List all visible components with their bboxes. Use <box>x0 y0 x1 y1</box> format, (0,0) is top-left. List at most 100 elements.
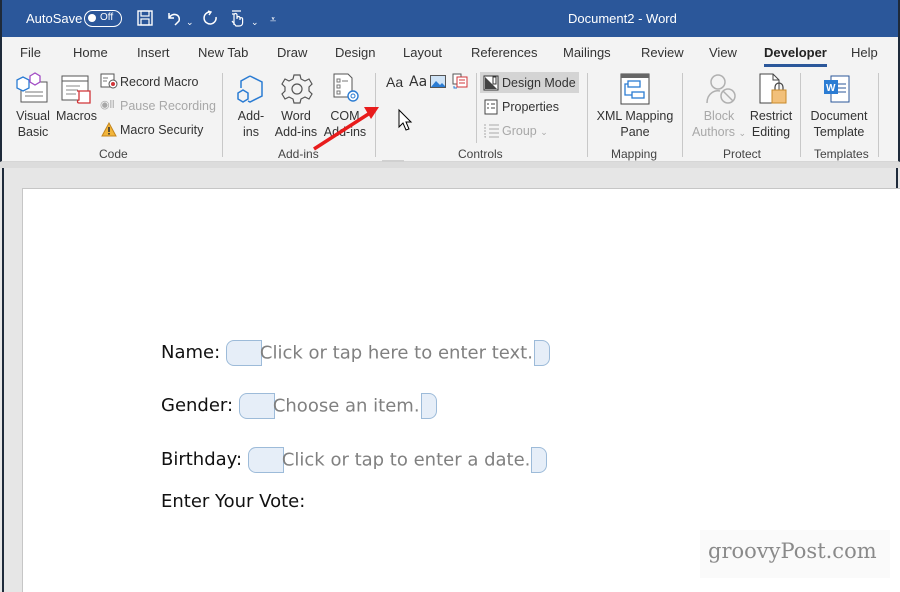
block-authors-button[interactable]: Block Authors ⌄ <box>690 108 748 141</box>
plain-text-content-control-button[interactable]: Aa <box>409 74 427 90</box>
addins-button[interactable]: Add-ins <box>232 108 270 140</box>
document-template-label-1: Document <box>810 109 868 123</box>
block-authors-icon <box>705 73 737 110</box>
tab-help[interactable]: Help <box>851 45 878 60</box>
controls-group-label: Controls <box>458 147 503 161</box>
word-addins-button[interactable]: Word Add-ins <box>273 108 319 140</box>
mapping-group-label: Mapping <box>611 147 658 161</box>
word-addins-gear-icon <box>281 73 313 110</box>
macros-icon <box>60 73 92 110</box>
redo-icon[interactable] <box>202 9 220 32</box>
document-title: Document2 - Word <box>568 11 677 26</box>
title-bar: AutoSave Off ⌄ ⌄ ⩡ Document2 - Word <box>0 0 900 37</box>
tab-draw[interactable]: Draw <box>277 45 307 60</box>
com-addins-label-2: Add-ins <box>323 125 367 139</box>
record-macro-button[interactable]: Record Macro <box>120 75 199 89</box>
building-block-gallery-icon[interactable] <box>452 73 468 95</box>
content-control-right-handle <box>533 340 550 366</box>
group-divider <box>587 73 588 157</box>
pause-recording-icon: ◉ll <box>100 99 115 111</box>
document-template-button[interactable]: Document Template <box>807 108 871 140</box>
group-icon <box>484 123 500 143</box>
restrict-editing-label-2: Editing <box>751 125 791 139</box>
ribbon-tabs: File Home Insert New Tab Draw Design Lay… <box>0 37 900 67</box>
xml-mapping-icon <box>620 73 650 110</box>
tab-home[interactable]: Home <box>73 45 108 60</box>
tab-layout[interactable]: Layout <box>403 45 442 60</box>
touch-dropdown-icon[interactable]: ⌄ <box>251 13 259 31</box>
macro-security-button[interactable]: Macro Security <box>120 123 203 137</box>
group-label: Group <box>502 124 537 138</box>
svg-text:W: W <box>826 83 836 94</box>
controls-divider <box>476 73 477 143</box>
tab-design[interactable]: Design <box>335 45 375 60</box>
undo-dropdown-icon[interactable]: ⌄ <box>186 13 194 31</box>
autosave-label: AutoSave <box>26 11 83 26</box>
com-addins-label-1: COM <box>330 109 360 123</box>
birthday-label: Birthday: <box>161 449 243 470</box>
com-addins-icon <box>332 73 362 110</box>
autosave-toggle[interactable]: Off <box>84 10 122 27</box>
content-control-left-handle <box>238 393 275 419</box>
picture-content-control-icon[interactable] <box>430 75 446 94</box>
gender-placeholder[interactable]: Choose an item. <box>273 396 420 417</box>
visual-basic-label-2: Basic <box>17 125 49 139</box>
tab-review[interactable]: Review <box>641 45 684 60</box>
tab-references[interactable]: References <box>471 45 537 60</box>
addins-icon <box>236 74 268 111</box>
tab-file[interactable]: File <box>20 45 41 60</box>
visual-basic-label-1: Visual <box>16 109 50 123</box>
xml-mapping-pane-button[interactable]: XML Mapping Pane <box>593 108 677 140</box>
name-field-row: Name: Click or tap here to enter text. <box>161 340 550 366</box>
group-button[interactable]: Group ⌄ <box>502 124 548 138</box>
warning-icon <box>101 121 117 142</box>
addins-group-label: Add-ins <box>278 147 319 161</box>
group-dropdown-icon: ⌄ <box>540 127 548 137</box>
tab-developer[interactable]: Developer <box>764 45 827 67</box>
tab-mailings[interactable]: Mailings <box>563 45 611 60</box>
tab-insert[interactable]: Insert <box>137 45 170 60</box>
visual-basic-button[interactable]: Visual Basic <box>14 108 52 140</box>
toggle-knob <box>88 14 96 22</box>
rich-text-content-control-button[interactable]: Aa <box>386 74 403 90</box>
developer-ribbon: Visual Basic Macros Record Macro ◉ll Paus… <box>0 67 900 203</box>
name-label: Name: <box>161 342 221 363</box>
restrict-editing-button[interactable]: Restrict Editing <box>745 108 797 140</box>
touch-mode-icon[interactable] <box>229 9 245 32</box>
restrict-editing-icon <box>759 73 789 111</box>
code-group-label: Code <box>99 147 128 161</box>
content-control-left-handle <box>247 447 284 473</box>
watermark: groovyPost.com <box>700 530 890 578</box>
autosave-state: Off <box>100 12 114 23</box>
save-icon[interactable] <box>136 9 154 32</box>
birthday-date-content-control[interactable]: Click or tap to enter a date. <box>247 447 548 473</box>
customize-quick-access-icon[interactable]: ⩡ <box>270 11 276 29</box>
word-addins-label-2: Add-ins <box>274 125 318 139</box>
macros-button[interactable]: Macros <box>56 108 97 124</box>
properties-button[interactable]: Properties <box>502 100 559 114</box>
group-divider <box>682 73 683 157</box>
name-placeholder[interactable]: Click or tap here to enter text. <box>260 343 533 364</box>
undo-icon[interactable] <box>165 9 183 32</box>
group-divider <box>878 73 879 157</box>
com-addins-button[interactable]: COM Add-ins <box>322 108 368 140</box>
addins-label-1: Add- <box>237 109 265 123</box>
document-template-label-2: Template <box>813 125 865 139</box>
content-control-right-handle <box>420 393 437 419</box>
gender-field-row: Gender: Choose an item. <box>161 393 437 419</box>
group-divider <box>375 73 376 157</box>
design-mode-button[interactable]: Design Mode <box>502 76 576 90</box>
word-addins-label-1: Word <box>281 109 311 123</box>
birthday-placeholder[interactable]: Click or tap to enter a date. <box>282 450 531 471</box>
gender-dropdown-content-control[interactable]: Choose an item. <box>238 393 437 419</box>
xml-mapping-label-2: Pane <box>620 125 650 139</box>
protect-group-label: Protect <box>723 147 762 161</box>
addins-label-2: ins <box>243 125 259 139</box>
tab-view[interactable]: View <box>709 45 737 60</box>
record-macro-icon <box>100 73 118 94</box>
gender-label: Gender: <box>161 395 234 416</box>
word-document-template-icon: W <box>823 74 851 111</box>
name-text-content-control[interactable]: Click or tap here to enter text. <box>225 340 550 366</box>
pause-recording-button[interactable]: Pause Recording <box>120 99 216 113</box>
tab-new-tab[interactable]: New Tab <box>198 45 248 60</box>
